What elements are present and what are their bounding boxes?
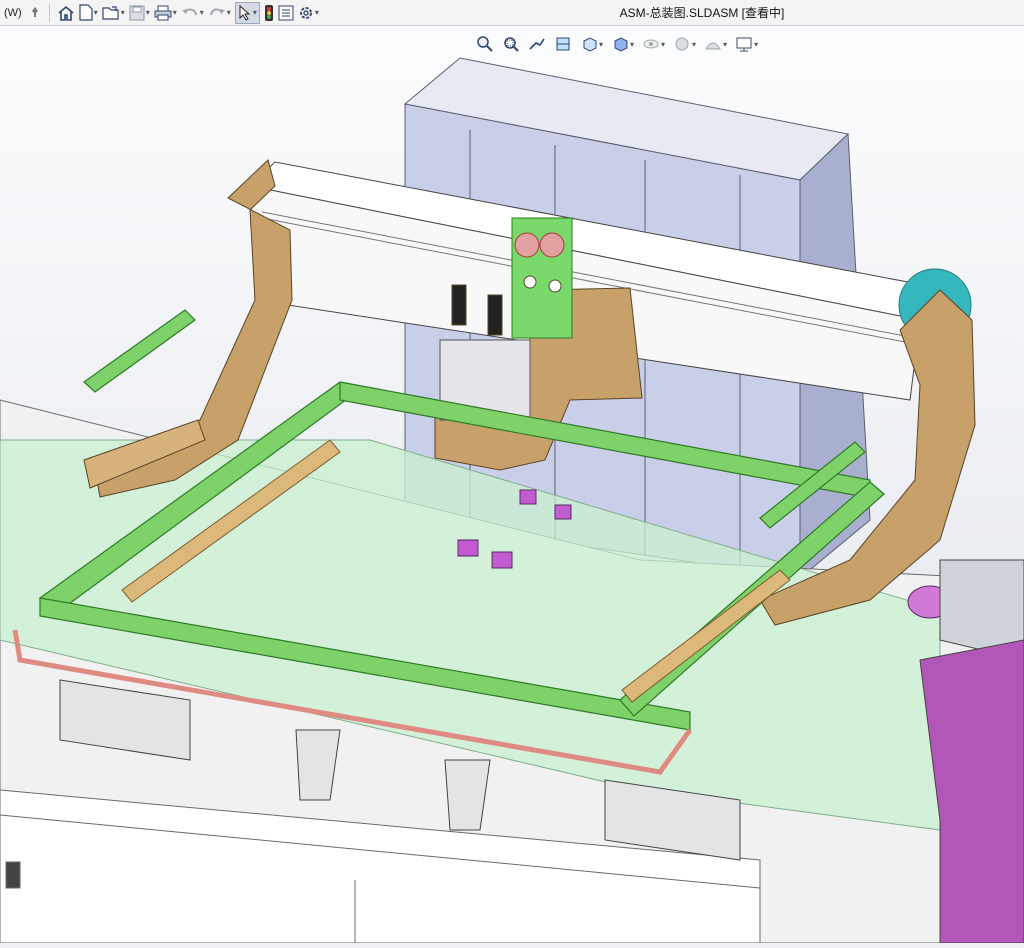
chevron-down-icon[interactable]: ▾ bbox=[692, 40, 696, 49]
open-folder-icon[interactable]: ▾ bbox=[102, 2, 125, 24]
chevron-down-icon[interactable]: ▾ bbox=[94, 8, 98, 17]
pin-icon[interactable] bbox=[28, 2, 42, 24]
display-style-icon[interactable]: ▾ bbox=[611, 33, 634, 55]
assembly-model-view[interactable] bbox=[0, 26, 1024, 944]
chevron-down-icon[interactable]: ▾ bbox=[200, 8, 204, 17]
chevron-down-icon[interactable]: ▾ bbox=[253, 8, 257, 17]
redo-icon[interactable]: ▾ bbox=[208, 2, 231, 24]
chevron-down-icon[interactable]: ▾ bbox=[227, 8, 231, 17]
chevron-down-icon[interactable]: ▾ bbox=[315, 8, 319, 17]
heads-up-view-toolbar: ▾ ▾ ▾ ▾ ▾ ▾ bbox=[472, 32, 762, 56]
menu-window-fragment[interactable]: (W) bbox=[0, 7, 26, 19]
edit-appearance-icon[interactable]: ▾ bbox=[673, 33, 696, 55]
view-orientation-icon[interactable]: ▾ bbox=[580, 33, 603, 55]
select-cursor-icon[interactable]: ▾ bbox=[234, 1, 260, 24]
zoom-to-area-icon[interactable] bbox=[502, 33, 520, 55]
rebuild-traffic-light-icon[interactable] bbox=[264, 2, 274, 24]
new-document-icon[interactable]: ▾ bbox=[79, 2, 98, 24]
section-view-icon[interactable] bbox=[554, 33, 572, 55]
chevron-down-icon[interactable]: ▾ bbox=[754, 40, 758, 49]
file-properties-icon[interactable] bbox=[278, 2, 294, 24]
print-icon[interactable]: ▾ bbox=[154, 2, 177, 24]
chevron-down-icon[interactable]: ▾ bbox=[599, 40, 603, 49]
apply-scene-icon[interactable]: ▾ bbox=[704, 33, 727, 55]
chevron-down-icon[interactable]: ▾ bbox=[173, 8, 177, 17]
main-toolbar: (W) ▾ ▾ ▾ ▾ ▾ ▾ ▾ ▾ bbox=[0, 0, 1024, 26]
options-gear-icon[interactable]: ▾ bbox=[298, 2, 319, 24]
previous-view-icon[interactable] bbox=[528, 33, 546, 55]
graphics-viewport[interactable] bbox=[0, 26, 1024, 944]
toolbar-separator bbox=[48, 3, 50, 22]
view-settings-icon[interactable]: ▾ bbox=[735, 33, 758, 55]
chevron-down-icon[interactable]: ▾ bbox=[661, 40, 665, 49]
undo-icon[interactable]: ▾ bbox=[181, 2, 204, 24]
hide-show-items-icon[interactable]: ▾ bbox=[642, 33, 665, 55]
chevron-down-icon[interactable]: ▾ bbox=[121, 8, 125, 17]
hinge bbox=[5, 861, 21, 889]
chevron-down-icon[interactable]: ▾ bbox=[146, 8, 150, 17]
chevron-down-icon[interactable]: ▾ bbox=[723, 40, 727, 49]
zoom-to-fit-icon[interactable] bbox=[476, 33, 494, 55]
chevron-down-icon[interactable]: ▾ bbox=[630, 40, 634, 49]
save-icon[interactable]: ▾ bbox=[129, 2, 150, 24]
home-icon[interactable] bbox=[57, 2, 75, 24]
